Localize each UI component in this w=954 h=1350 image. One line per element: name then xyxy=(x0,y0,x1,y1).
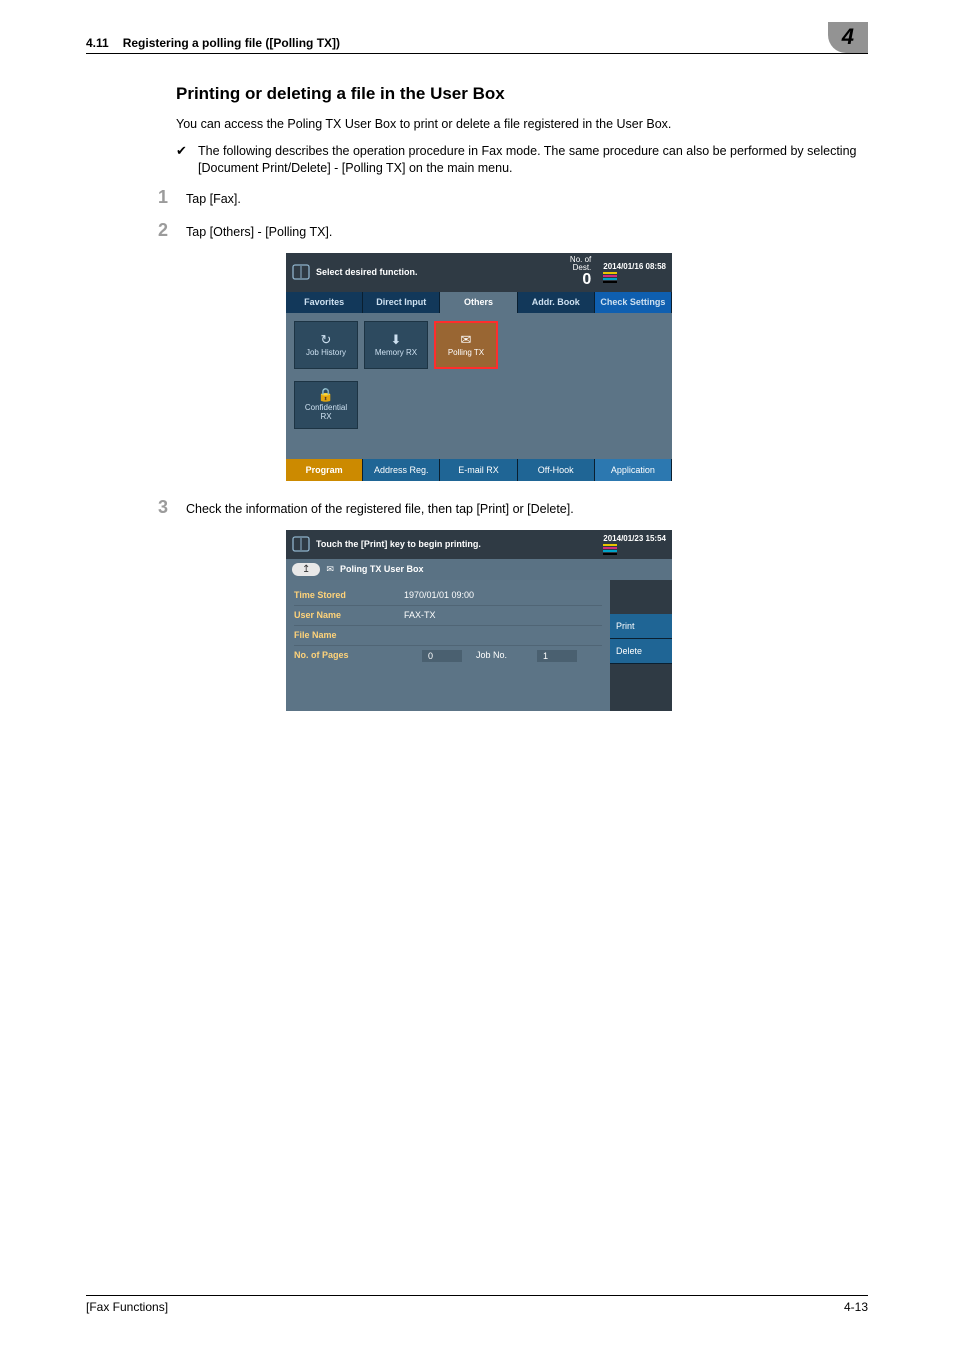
field-value: 1970/01/01 09:00 xyxy=(404,590,474,600)
step-number: 3 xyxy=(158,497,186,518)
dest-label: No. of Dest. xyxy=(570,255,591,272)
field-label: No. of Pages xyxy=(294,650,404,662)
bottom-program[interactable]: Program xyxy=(286,459,363,481)
cell-label: Confidential RX xyxy=(305,403,347,421)
device-screenshot-1: Select desired function. No. of Dest. 0 … xyxy=(286,253,672,481)
manual-icon xyxy=(292,263,310,281)
up-button[interactable]: ↥ xyxy=(292,563,320,576)
toner-icon xyxy=(603,272,666,283)
field-value: FAX-TX xyxy=(404,610,436,620)
history-icon: ↻ xyxy=(321,333,332,346)
page-title: Printing or deleting a file in the User … xyxy=(176,84,868,104)
download-icon: ⬇ xyxy=(391,333,402,346)
section-number: 4.11 xyxy=(86,36,109,50)
breadcrumb-label: Poling TX User Box xyxy=(340,564,424,574)
timestamp: 2014/01/23 15:54 xyxy=(603,534,666,543)
cell-memory-rx[interactable]: ⬇ Memory RX xyxy=(364,321,428,369)
up-arrow-icon: ↥ xyxy=(302,564,310,575)
page-header: 4.11 Registering a polling file ([Pollin… xyxy=(86,36,868,54)
manual-icon xyxy=(292,535,310,553)
field-label: User Name xyxy=(294,610,404,620)
note-text: The following describes the operation pr… xyxy=(198,143,868,177)
cell-label: Job History xyxy=(306,348,346,357)
toner-icon xyxy=(603,544,666,555)
step-text: Tap [Fax]. xyxy=(186,187,241,208)
chapter-badge: 4 xyxy=(828,22,868,53)
bottom-off-hook[interactable]: Off-Hook xyxy=(518,459,595,481)
tab-check-settings[interactable]: Check Settings xyxy=(595,292,672,313)
device-screenshot-2: Touch the [Print] key to begin printing.… xyxy=(286,530,672,711)
cell-label: Polling TX xyxy=(448,348,484,357)
bottom-address-reg[interactable]: Address Reg. xyxy=(363,459,440,481)
dest-count: No. of Dest. 0 xyxy=(570,256,591,288)
row-time-stored: Time Stored 1970/01/01 09:00 xyxy=(294,586,602,606)
step-text: Tap [Others] - [Polling TX]. xyxy=(186,220,332,241)
tab-favorites[interactable]: Favorites xyxy=(286,292,363,313)
bottom-application[interactable]: Application xyxy=(595,459,672,481)
step-3: 3 Check the information of the registere… xyxy=(158,497,868,518)
row-file-name: File Name xyxy=(294,626,602,646)
step-1: 1 Tap [Fax]. xyxy=(158,187,868,208)
note-row: ✔ The following describes the operation … xyxy=(176,143,868,177)
polling-icon: ✉ xyxy=(326,564,334,575)
timestamp: 2014/01/16 08:58 xyxy=(603,262,666,271)
step-number: 1 xyxy=(158,187,186,208)
field-label: Time Stored xyxy=(294,590,404,600)
field-label: File Name xyxy=(294,630,404,640)
cell-confidential-rx[interactable]: 🔒 Confidential RX xyxy=(294,381,358,429)
footer-right: 4-13 xyxy=(844,1300,868,1314)
field-label: Job No. xyxy=(476,650,507,662)
polling-icon: ✉ xyxy=(461,333,472,346)
page-footer: [Fax Functions] 4-13 xyxy=(86,1295,868,1314)
panel-message: Touch the [Print] key to begin printing. xyxy=(316,539,603,549)
lock-icon: 🔒 xyxy=(318,388,334,401)
panel-message: Select desired function. xyxy=(316,267,570,277)
cell-polling-tx[interactable]: ✉ Polling TX xyxy=(434,321,498,369)
step-number: 2 xyxy=(158,220,186,241)
bottom-email-rx[interactable]: E-mail RX xyxy=(440,459,517,481)
check-icon: ✔ xyxy=(176,143,198,177)
pages-value: 0 xyxy=(422,650,462,662)
footer-left: [Fax Functions] xyxy=(86,1300,168,1314)
row-user-name: User Name FAX-TX xyxy=(294,606,602,626)
section-title: Registering a polling file ([Polling TX]… xyxy=(123,36,868,50)
intro-text: You can access the Poling TX User Box to… xyxy=(176,116,868,133)
delete-button[interactable]: Delete xyxy=(610,639,672,664)
tab-addr-book[interactable]: Addr. Book xyxy=(518,292,595,313)
row-pages-jobno: No. of Pages 0 Job No. 1 xyxy=(294,646,602,667)
dest-count-value: 0 xyxy=(570,272,591,288)
step-2: 2 Tap [Others] - [Polling TX]. xyxy=(158,220,868,241)
print-button[interactable]: Print xyxy=(610,614,672,639)
breadcrumb: ↥ ✉ Poling TX User Box xyxy=(286,559,672,580)
tab-others[interactable]: Others xyxy=(440,292,517,313)
jobno-value: 1 xyxy=(537,650,577,662)
cell-label: Memory RX xyxy=(375,348,417,357)
cell-job-history[interactable]: ↻ Job History xyxy=(294,321,358,369)
step-text: Check the information of the registered … xyxy=(186,497,574,518)
tab-direct-input[interactable]: Direct Input xyxy=(363,292,440,313)
